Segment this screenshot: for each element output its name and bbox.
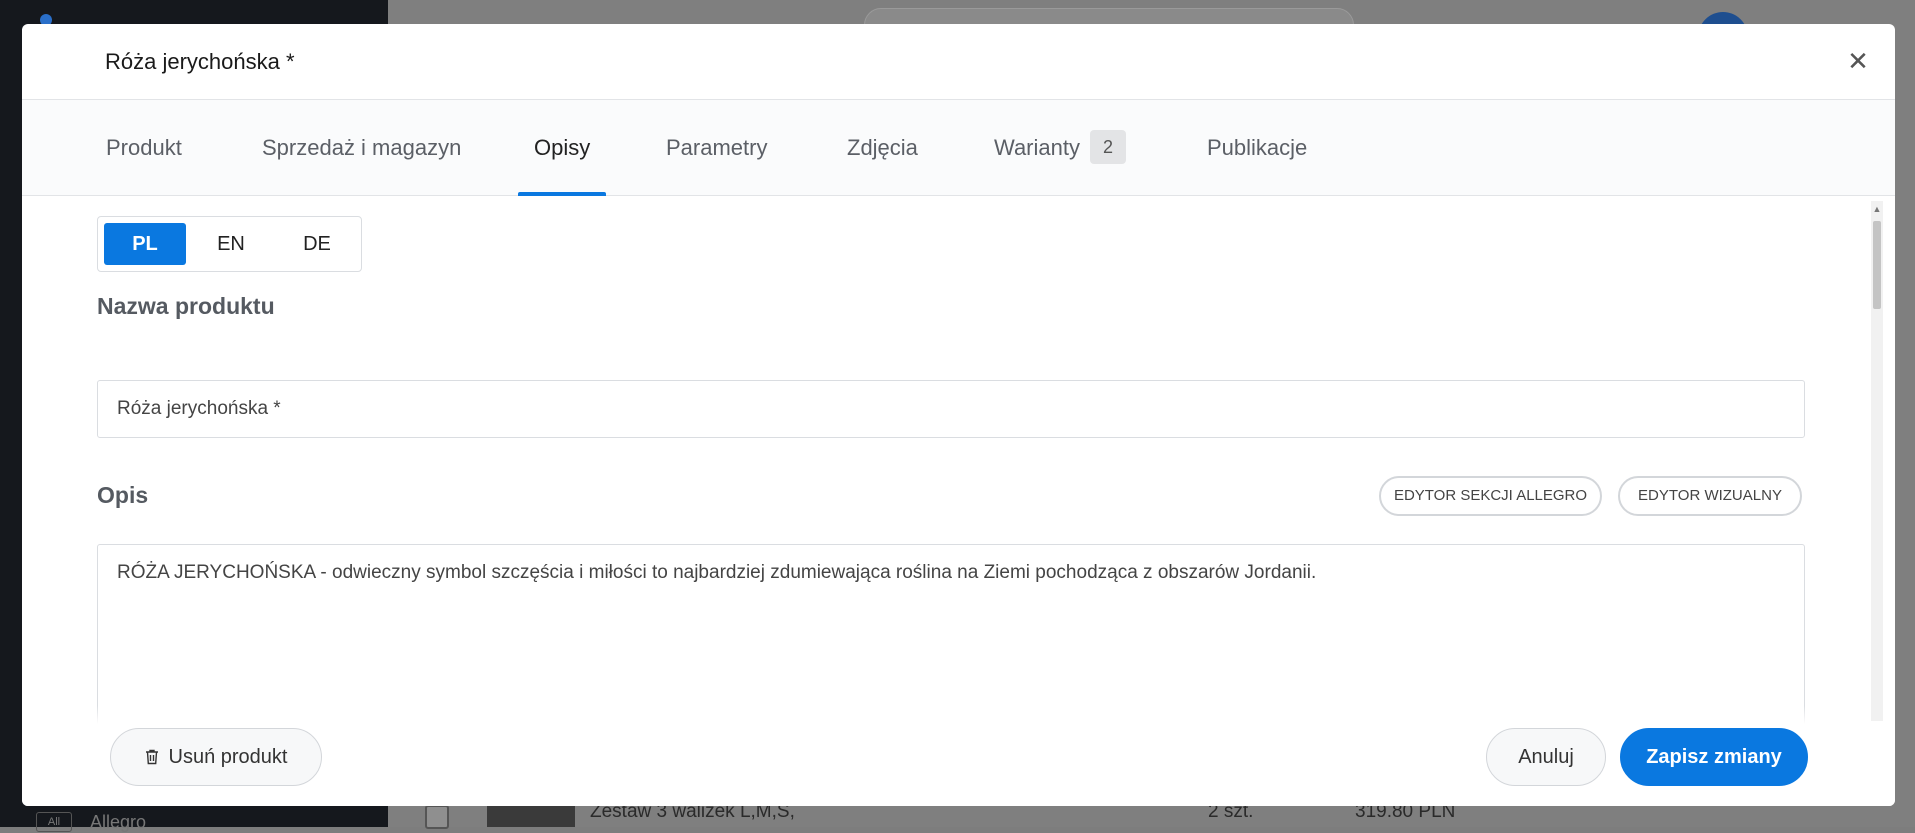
tab-label: Publikacje: [1207, 135, 1308, 160]
trash-icon: [145, 749, 158, 765]
visual-editor-button[interactable]: EDYTOR WIZUALNY: [1618, 476, 1802, 516]
description-label: Opis: [97, 482, 149, 508]
tab-sprzedaz-i-magazyn[interactable]: Sprzedaż i magazyn: [262, 100, 461, 196]
product-edit-modal: Róża jerychońska * ✕ Produkt Sprzedaż i …: [22, 24, 1895, 806]
tab-zdjecia[interactable]: Zdjęcia: [847, 100, 918, 196]
modal-header: Róża jerychońska * ✕: [22, 24, 1895, 100]
language-de-button[interactable]: DE: [276, 223, 358, 265]
tab-warianty[interactable]: Warianty 2: [994, 100, 1126, 196]
tab-label: Produkt: [106, 135, 182, 160]
language-en-button[interactable]: EN: [190, 223, 272, 265]
tab-opisy[interactable]: Opisy: [517, 100, 607, 196]
delete-product-label: Usuń produkt: [168, 746, 288, 768]
product-name-input[interactable]: [97, 380, 1805, 438]
content-scrollbar[interactable]: ▲: [1871, 201, 1883, 721]
modal-footer: Usuń produkt Anuluj Zapisz zmiany: [22, 724, 1895, 806]
background-sidebar-box: All: [36, 812, 72, 832]
description-textarea[interactable]: RÓŻA JERYCHOŃSKA - odwieczny symbol szcz…: [97, 544, 1805, 724]
allegro-section-editor-button[interactable]: EDYTOR SEKCJI ALLEGRO: [1379, 476, 1602, 516]
tab-bar: Produkt Sprzedaż i magazyn Opisy Paramet…: [22, 100, 1895, 196]
product-name-label: Nazwa produktu: [97, 293, 275, 319]
tab-label: Sprzedaż i magazyn: [262, 135, 462, 160]
save-changes-button[interactable]: Zapisz zmiany: [1620, 728, 1808, 786]
tab-parametry[interactable]: Parametry: [666, 100, 767, 196]
tab-label: Parametry: [666, 135, 768, 160]
tab-produkt[interactable]: Produkt: [106, 100, 182, 196]
tab-label: Zdjęcia: [847, 135, 918, 160]
delete-product-button[interactable]: Usuń produkt: [110, 728, 322, 786]
scrollbar-thumb[interactable]: [1873, 221, 1881, 309]
content-fade: [22, 706, 1895, 724]
variant-count-badge: 2: [1089, 130, 1126, 165]
chevron-up-icon[interactable]: ▲: [1871, 203, 1883, 215]
modal-title: Róża jerychońska *: [105, 49, 295, 74]
background-checkbox: [425, 805, 449, 829]
language-switch: PL EN DE: [97, 216, 362, 272]
language-pl-button[interactable]: PL: [104, 223, 186, 265]
close-icon[interactable]: ✕: [1843, 46, 1873, 76]
cancel-button[interactable]: Anuluj: [1486, 728, 1606, 786]
tab-label: Opisy: [534, 135, 591, 160]
background-sidebar-item: Allegro: [90, 812, 147, 832]
tab-publikacje[interactable]: Publikacje: [1207, 100, 1307, 196]
modal-content: PL EN DE Nazwa produktu Opis EDYTOR SEKC…: [22, 196, 1895, 724]
tab-label: Warianty: [994, 135, 1080, 160]
